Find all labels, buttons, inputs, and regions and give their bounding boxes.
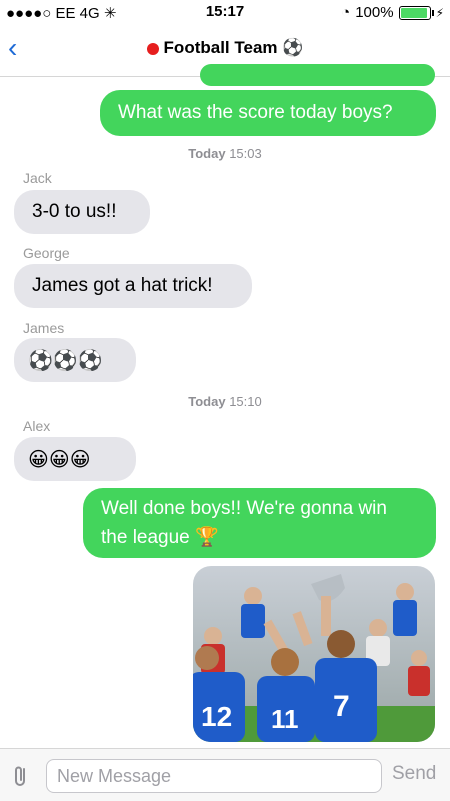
status-right: ◔ 100% ⚡: [341, 4, 444, 21]
red-dot-icon: [146, 42, 159, 55]
svg-text:11: 11: [271, 704, 299, 734]
timestamp: Today 15:10: [188, 394, 262, 409]
message-bubble-in[interactable]: 😀😀😀: [14, 437, 136, 481]
charging-icon: ⚡: [435, 5, 444, 20]
football-emoji: ⚽: [282, 38, 304, 57]
message-text: What was the score today boys?: [118, 102, 393, 123]
sender-name: Jack: [23, 170, 52, 186]
svg-text:12: 12: [201, 701, 232, 732]
send-button[interactable]: Send: [392, 763, 436, 785]
photo-message[interactable]: 12 11 7: [193, 566, 435, 742]
message-text: James got a hat trick!: [32, 275, 213, 296]
rotation-lock-icon: ◔: [341, 4, 351, 21]
message-bubble-in[interactable]: ⚽⚽⚽: [14, 338, 136, 382]
message-bubble-out-partial[interactable]: [200, 64, 435, 86]
message-text: 😀😀😀: [28, 448, 91, 471]
message-bubble-out[interactable]: Well done boys!! We're gonna win the lea…: [83, 488, 436, 558]
battery-icon: [398, 5, 434, 20]
title-text: Football Team: [163, 38, 278, 57]
sender-name: George: [23, 245, 70, 261]
message-bubble-in[interactable]: James got a hat trick!: [14, 264, 252, 308]
status-bar: ●●●●○ EE 4G ✳ 15:17 ◔ 100% ⚡: [0, 0, 450, 24]
battery-percent: 100%: [355, 4, 394, 21]
timestamp: Today 15:03: [188, 146, 262, 161]
team-celebration-photo: 12 11 7: [193, 566, 435, 742]
message-text: 3-0 to us!!: [32, 201, 117, 222]
compose-bar: New Message Send: [0, 748, 450, 801]
message-text: Well done boys!! We're gonna win the lea…: [101, 498, 387, 548]
message-bubble-in[interactable]: 3-0 to us!!: [14, 190, 150, 234]
sender-name: Alex: [23, 418, 51, 434]
new-message-input[interactable]: New Message: [46, 759, 382, 793]
svg-text:7: 7: [333, 690, 350, 723]
paperclip-icon[interactable]: [12, 764, 30, 788]
sender-name: James: [23, 320, 65, 336]
message-text: ⚽⚽⚽: [28, 349, 103, 372]
conversation-title[interactable]: Football Team ⚽: [0, 38, 450, 58]
message-bubble-out[interactable]: What was the score today boys?: [100, 90, 436, 136]
